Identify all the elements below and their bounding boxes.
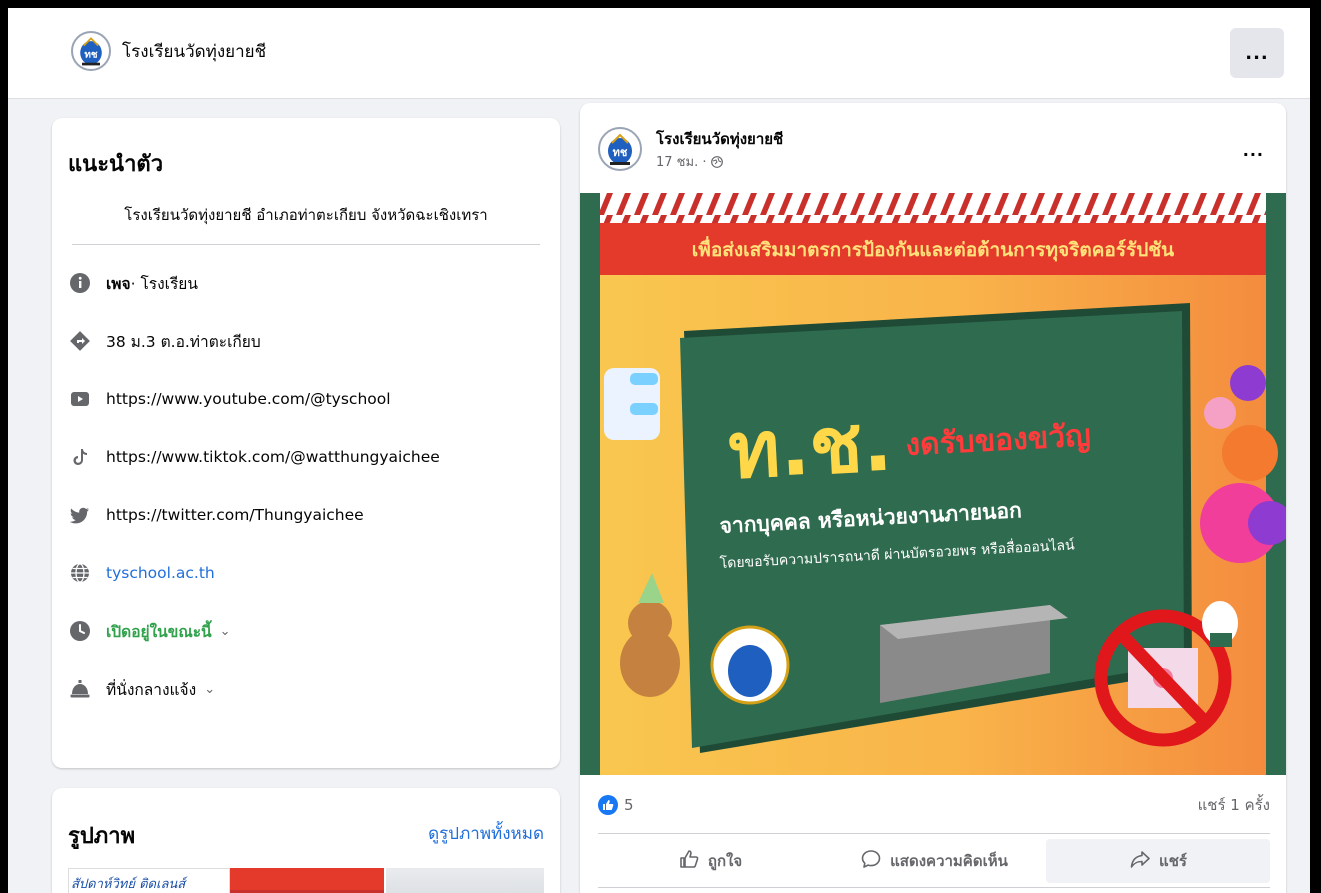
category-text: · โรงเรียน [130,274,198,293]
info-row-website[interactable]: tyschool.ac.th [68,558,215,588]
chevron-down-icon[interactable]: ⌄ [220,624,231,639]
info-row-address[interactable]: 38 ม.3 ต.อ.ท่าตะเกียบ [68,326,261,356]
like-count: 5 [624,796,634,814]
share-label: แชร์ [1159,852,1187,870]
intro-title: แนะนำตัว [68,152,164,177]
info-row-tiktok[interactable]: https://www.tiktok.com/@watthungyaichee [68,442,440,472]
page-title[interactable]: โรงเรียนวัดทุ่งยายชี [122,38,266,65]
globe-icon [68,561,92,585]
tiktok-icon [68,445,92,469]
share-count[interactable]: แชร์ 1 ครั้ง [1198,793,1270,817]
like-label: ถูกใจ [707,852,743,870]
post-card: ทช โรงเรียนวัดทุ่งยายชี 17 ชม. · ... เพื… [580,103,1286,893]
post-meta: 17 ชม. · [656,151,723,172]
more-options-button[interactable]: ... [1230,28,1284,78]
comment-icon [860,848,890,874]
thumbs-up-icon [678,848,708,874]
info-row-hours[interactable]: เปิดอยู่ในขณะนี้ ⌄ [68,616,231,646]
post-options-button[interactable]: ... [1243,141,1264,160]
location-icon [68,329,92,353]
twitter-icon [68,503,92,527]
service-bell-icon [68,677,92,701]
school-logo[interactable]: ทช [71,31,111,71]
page-header: ทช โรงเรียนวัดทุ่งยายชี ... [8,8,1310,99]
address-text: 38 ม.3 ต.อ.ท่าตะเกียบ [106,332,261,351]
info-row-twitter[interactable]: https://twitter.com/Thungyaichee [68,500,364,530]
share-icon [1129,848,1159,874]
open-status-text: เปิดอยู่ในขณะนี้ [106,622,212,641]
post-author-name[interactable]: โรงเรียนวัดทุ่งยายชี [656,127,783,151]
youtube-link[interactable]: https://www.youtube.com/@tyschool [106,390,391,408]
actions-divider [598,887,1270,888]
see-all-photos-link[interactable]: ดูรูปภาพทั้งหมด [428,820,544,847]
poster-banner: เพื่อส่งเสริมมาตรการป้องกันและต่อต้านการ… [692,236,1174,262]
reaction-summary[interactable]: 5 [598,795,634,815]
globe-icon [710,156,723,172]
comment-label: แสดงความคิดเห็น [890,852,1008,870]
comment-button[interactable]: แสดงความคิดเห็น [822,839,1046,883]
photos-card: รูปภาพ ดูรูปภาพทั้งหมด สัปดาห์วิทย์ ติดเ… [52,788,560,893]
info-icon [68,271,92,295]
intro-card: แนะนำตัว โรงเรียนวัดทุ่งยายชี อำเภอท่าตะ… [52,118,560,768]
twitter-link[interactable]: https://twitter.com/Thungyaichee [106,506,364,524]
website-link[interactable]: tyschool.ac.th [106,564,215,582]
share-button[interactable]: แชร์ [1046,839,1270,883]
clock-icon [68,619,92,643]
like-reaction-icon [598,795,618,815]
stats-divider [598,833,1270,834]
svg-text:ทช: ทช [613,146,628,159]
like-button[interactable]: ถูกใจ [598,839,822,883]
tiktok-link[interactable]: https://www.tiktok.com/@watthungyaichee [106,448,440,466]
photos-title: รูปภาพ [68,824,136,849]
youtube-icon [68,387,92,411]
info-row-category: เพจ · โรงเรียน [68,268,198,298]
intro-divider [72,244,540,245]
photo-thumbnail[interactable]: สัปดาห์วิทย์ ติดเลนส์ [68,868,230,893]
post-actions: ถูกใจ แสดงความคิดเห็น แชร์ [598,839,1270,883]
thumbnail-caption: สัปดาห์วิทย์ ติดเลนส์ [71,877,186,892]
category-prefix: เพจ [106,274,131,293]
info-row-service[interactable]: ที่นั่งกลางแจ้ง ⌄ [68,674,215,704]
info-row-youtube[interactable]: https://www.youtube.com/@tyschool [68,384,391,414]
post-time[interactable]: 17 ชม. · [656,155,711,170]
post-author-avatar[interactable]: ทช [598,127,642,171]
poster-headline-big: ท.ช. [726,399,894,497]
photo-thumbnail[interactable] [230,868,384,893]
svg-text:ทช: ทช [84,49,98,60]
service-text: ที่นั่งกลางแจ้ง [106,680,197,699]
intro-bio: โรงเรียนวัดทุ่งยายชี อำเภอท่าตะเกียบ จัง… [124,206,488,224]
post-image[interactable]: เพื่อส่งเสริมมาตรการป้องกันและต่อต้านการ… [580,193,1286,775]
anti-corruption-poster: เพื่อส่งเสริมมาตรการป้องกันและต่อต้านการ… [580,193,1286,775]
chevron-down-icon[interactable]: ⌄ [204,682,215,697]
facebook-page-frame: ทช โรงเรียนวัดทุ่งยายชี ... แนะนำตัว โรง… [8,8,1310,893]
post-stats: 5 แชร์ 1 ครั้ง [598,793,1270,817]
photo-thumbnail[interactable] [386,868,544,893]
